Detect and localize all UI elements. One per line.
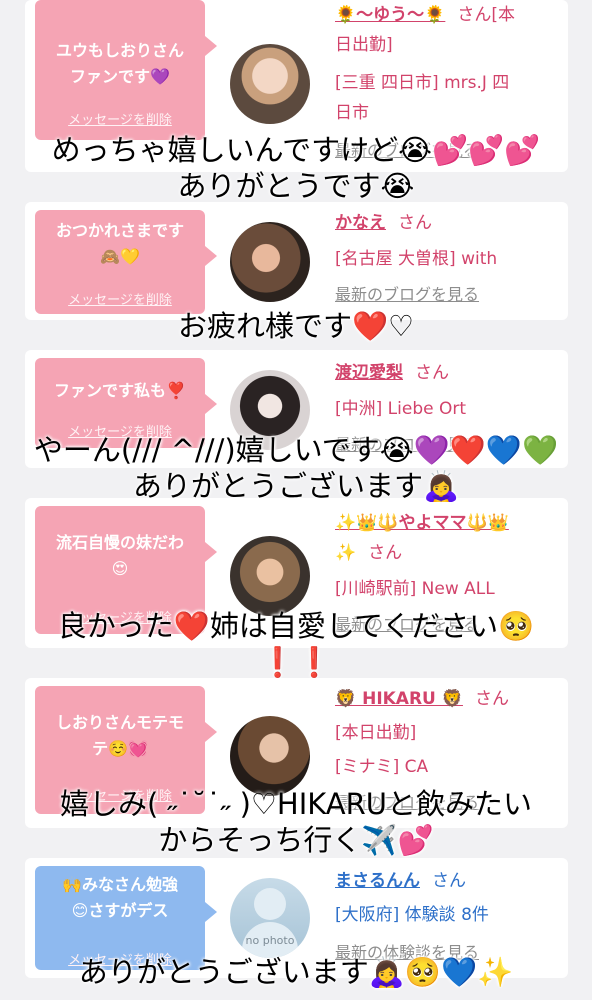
message-bubble: ユウもしおりさん ファンです💜 メッセージを削除 (35, 0, 217, 140)
message-text: ユウもしおりさん ファンです💜 (55, 41, 184, 86)
placeholder-head-icon (254, 888, 286, 920)
message-text: しおりさんモテモ テ☺️💓 (55, 713, 184, 758)
caption-3: やーん(/// ^///)嬉しいです😭💜❤️💙💚 ありがとうございます🙇‍♀️ (33, 433, 559, 503)
caption-4: 良かった❤️姉は自愛してください🥺 ❗️❗️ (57, 609, 535, 679)
message-bubble: おつかれさまです 🙈💛 メッセージを削除 (35, 210, 217, 314)
profile-name-link[interactable]: まさるんん (335, 871, 420, 891)
profile-name-link[interactable]: 🦁 HIKARU 🦁 (335, 689, 463, 709)
profile-name-link[interactable]: 渡辺愛梨 (335, 363, 403, 383)
profile-name-link[interactable]: かなえ (335, 213, 386, 233)
profile-name-link[interactable]: ✨👑🔱やよママ🔱👑 (335, 513, 509, 533)
delete-message-link[interactable]: メッセージを削除 (35, 108, 205, 134)
avatar[interactable]: no photo (230, 878, 310, 958)
blog-link[interactable]: 最新のブログを見る (335, 280, 560, 310)
message-text: おつかれさまです 🙈💛 (55, 221, 184, 266)
profile-name-link[interactable]: 🌻～ゆう～🌻 (335, 5, 445, 25)
message-text: ファンです私も❣️ (54, 381, 186, 400)
message-text: 🙌みなさん勉強 😊さすがデス (62, 875, 178, 920)
caption-6: ありがとうございます🙇‍♀️🥺💙✨ (78, 955, 514, 989)
avatar[interactable] (230, 716, 310, 796)
no-photo-label: no photo (245, 934, 295, 947)
avatar[interactable] (230, 536, 310, 616)
message-text: 流石自慢の妹だわ 😍 (55, 533, 184, 578)
caption-1: めっちゃ嬉しいんですけど😭💕💕💕 ありがとうです😭 (51, 133, 541, 203)
avatar[interactable] (230, 44, 310, 124)
caption-2: お疲れ様です❤️♡ (177, 309, 415, 343)
fan-card-2: おつかれさまです 🙈💛 メッセージを削除 かなえ さん [名古屋 大曽根] wit… (25, 202, 568, 320)
caption-5: 嬉しみ( ˶˙˘˙˶ )♡HIKARUと飲みたい からそっち行く✈️💕 (60, 787, 532, 857)
avatar[interactable] (230, 222, 310, 302)
